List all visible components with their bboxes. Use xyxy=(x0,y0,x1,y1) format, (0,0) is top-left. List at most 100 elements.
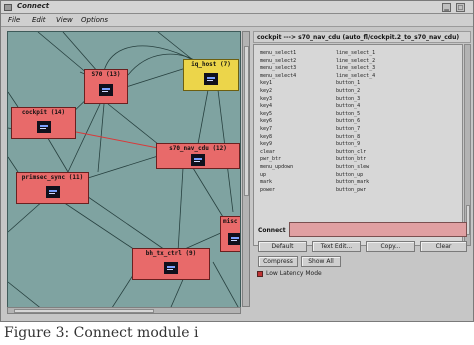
mapping-source: key6 xyxy=(260,118,273,125)
list-item[interactable]: key9 button_9 xyxy=(260,141,460,148)
mapping-target: button_3 xyxy=(336,95,361,102)
list-item[interactable]: key2 button_2 xyxy=(260,88,460,95)
signal-mapping-list[interactable]: menu_select1 line_select_1 menu_select2 lin… xyxy=(253,44,463,246)
list-item[interactable]: key7 button_7 xyxy=(260,126,460,133)
mapping-source: key5 xyxy=(260,110,273,117)
mapping-target: button_1 xyxy=(336,80,361,87)
mapping-target: button_2 xyxy=(336,88,361,94)
clear-button[interactable]: Clear xyxy=(420,241,467,252)
list-item[interactable]: menu_updown button_slew xyxy=(260,164,460,171)
mapping-source: key4 xyxy=(260,103,273,110)
mapping-target: line_select_3 xyxy=(336,65,376,72)
list-item[interactable]: up button_up xyxy=(260,172,460,179)
menu-view[interactable]: View xyxy=(56,16,73,24)
mapping-list-scrollbar[interactable] xyxy=(464,44,471,246)
list-item[interactable]: pwr_btr button_btr xyxy=(260,156,460,163)
mapping-source: key7 xyxy=(260,126,273,132)
mapping-target: button_5 xyxy=(336,110,361,117)
mapping-target: line_select_2 xyxy=(336,57,376,64)
node-primsec-sync[interactable]: primsec_sync (11) xyxy=(16,172,89,204)
list-item[interactable]: menu_select4 line_select_4 xyxy=(260,73,460,80)
mapping-source: key1 xyxy=(260,80,273,87)
connection-header: cockpit ---> s70_nav_cdu (auto_fl/cockpi… xyxy=(253,31,471,43)
list-item[interactable]: key6 button_6 xyxy=(260,118,460,125)
module-icon xyxy=(36,121,51,133)
show-all-button[interactable]: Show All xyxy=(301,256,341,267)
mapping-target: button_mark xyxy=(336,179,370,186)
mapping-target: button_btr xyxy=(336,156,367,163)
node-s70-nav-cdu-label: s70_nav_cdu (12) xyxy=(169,145,227,152)
mapping-target: line_select_1 xyxy=(336,50,376,56)
mapping-source: key9 xyxy=(260,141,273,148)
menu-edit[interactable]: Edit xyxy=(32,16,46,24)
text-edit-button[interactable]: Text Edit... xyxy=(312,241,361,252)
copy-button[interactable]: Copy... xyxy=(366,241,415,252)
list-item[interactable]: power button_pwr xyxy=(260,187,460,194)
mapping-source: menu_select4 xyxy=(260,72,297,79)
compress-button[interactable]: Compress xyxy=(258,256,298,267)
graph-horizontal-scrollbar[interactable] xyxy=(7,307,241,314)
module-icon xyxy=(45,186,60,198)
window-menu-icon[interactable] xyxy=(4,4,12,11)
mapping-source: key3 xyxy=(260,95,273,102)
mapping-source: clear xyxy=(260,148,276,155)
scroll-thumb[interactable] xyxy=(244,46,249,196)
low-latency-checkbox[interactable]: Low Latency Mode xyxy=(257,270,322,278)
node-misc[interactable]: misc xyxy=(220,216,240,252)
node-bh-tx-ctrl[interactable]: bh_tx_ctrl (9) xyxy=(132,248,210,280)
module-icon xyxy=(99,84,113,96)
list-item[interactable]: key3 button_3 xyxy=(260,96,460,103)
node-cockpit-label: cockpit (14) xyxy=(21,109,66,116)
node-iq-host[interactable]: iq_host (7) xyxy=(183,59,239,91)
mapping-target: button_pwr xyxy=(336,186,367,193)
list-item[interactable]: mark button_mark xyxy=(260,179,460,186)
scroll-thumb[interactable] xyxy=(14,309,154,313)
maximize-icon[interactable]: □ xyxy=(456,3,465,12)
figure-caption: Figure 3: Connect module i xyxy=(4,325,199,341)
mapping-target: button_clr xyxy=(336,148,367,155)
mapping-target: button_7 xyxy=(336,126,361,132)
mapping-target: button_9 xyxy=(336,141,361,148)
default-button[interactable]: Default xyxy=(258,241,307,252)
node-cockpit[interactable]: cockpit (14) xyxy=(11,107,76,139)
list-item[interactable]: key1 button_1 xyxy=(260,80,460,87)
node-s70-label: S70 (13) xyxy=(91,71,121,78)
list-item[interactable]: key5 button_5 xyxy=(260,111,460,118)
list-item[interactable]: key8 button_8 xyxy=(260,134,460,141)
menu-file[interactable]: File xyxy=(8,16,20,24)
mapping-target: button_6 xyxy=(336,118,361,125)
mapping-source: up xyxy=(260,171,267,178)
mapping-source: pwr_btr xyxy=(260,156,282,163)
connect-input[interactable] xyxy=(289,222,467,237)
graph-vertical-scrollbar[interactable] xyxy=(242,31,250,307)
list-item[interactable]: menu_select3 line_select_3 xyxy=(260,65,460,72)
node-s70-nav-cdu[interactable]: s70_nav_cdu (12) xyxy=(156,143,240,169)
checkbox-checked-icon[interactable] xyxy=(257,270,263,277)
list-item[interactable]: clear button_clr xyxy=(260,149,460,156)
mapping-target: button_8 xyxy=(336,133,361,140)
mapping-source: menu_select2 xyxy=(260,57,297,64)
mapping-source: menu_select1 xyxy=(260,50,297,56)
module-icon xyxy=(191,154,205,166)
list-item[interactable]: menu_select1 line_select_1 xyxy=(260,50,460,57)
mapping-target: button_slew xyxy=(336,164,370,170)
module-icon xyxy=(164,262,178,274)
list-item[interactable]: key4 button_4 xyxy=(260,103,460,110)
node-misc-label: misc xyxy=(223,218,238,225)
menu-bar: File Edit View Options xyxy=(1,14,473,27)
minimize-icon[interactable]: ▁ xyxy=(442,3,451,12)
mapping-source: power xyxy=(260,186,276,193)
node-bh-tx-ctrl-label: bh_tx_ctrl (9) xyxy=(145,250,197,257)
mapping-target: line_select_4 xyxy=(336,72,376,79)
node-primsec-sync-label: primsec_sync (11) xyxy=(21,174,84,181)
module-graph-canvas[interactable]: S70 (13) iq_host (7) cockpit (14) s70_na… xyxy=(7,31,241,313)
module-icon xyxy=(204,73,218,85)
connection-panel: cockpit ---> s70_nav_cdu (auto_fl/cockpi… xyxy=(253,31,471,313)
title-bar[interactable]: Connect ▁ □ xyxy=(1,1,473,14)
menu-options[interactable]: Options xyxy=(81,16,108,24)
mapping-target: button_up xyxy=(336,171,364,178)
low-latency-label: Low Latency Mode xyxy=(266,270,322,277)
connect-window: Connect ▁ □ File Edit View Options S70 (… xyxy=(0,0,474,322)
node-s70[interactable]: S70 (13) xyxy=(84,69,128,104)
list-item[interactable]: menu_select2 line_select_2 xyxy=(260,58,460,65)
